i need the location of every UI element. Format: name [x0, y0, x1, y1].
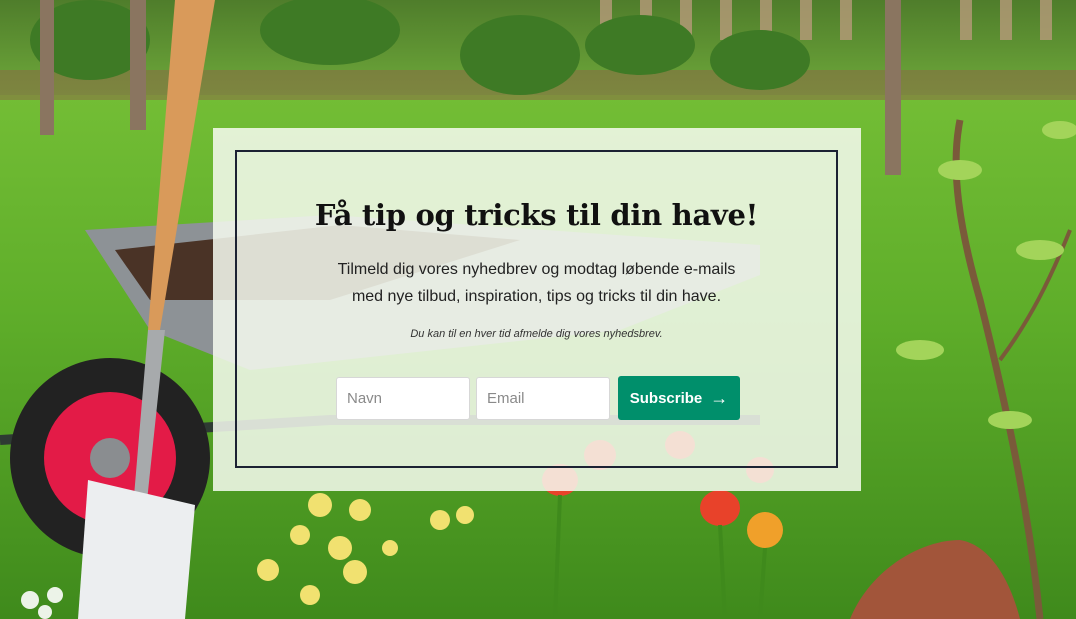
arrow-right-icon: → — [710, 388, 729, 408]
subscribe-button[interactable]: Subscribe → — [618, 376, 740, 420]
newsletter-card: Få tip og tricks til din have! Tilmeld d… — [213, 128, 861, 491]
newsletter-frame: Få tip og tricks til din have! Tilmeld d… — [235, 150, 838, 468]
name-input[interactable] — [336, 376, 470, 420]
unsubscribe-note: Du kan til en hver tid afmelde dig vores… — [410, 328, 663, 340]
newsletter-title: Få tip og tricks til din have! — [314, 198, 759, 232]
description-line-2: med nye tilbud, inspiration, tips og tri… — [351, 288, 722, 305]
subscribe-label: Subscribe — [629, 389, 703, 407]
description-line-1: Tilmeld dig vores nyhedbrev og modtag lø… — [337, 261, 736, 278]
email-input[interactable] — [476, 376, 610, 420]
newsletter-description: Tilmeld dig vores nyhedbrev og modtag lø… — [297, 256, 776, 310]
signup-form: Subscribe → — [336, 376, 740, 420]
